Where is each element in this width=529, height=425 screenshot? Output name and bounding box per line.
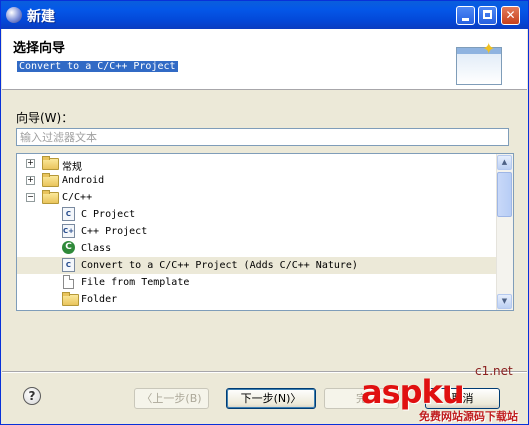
tree-item-label: C Project <box>81 209 136 220</box>
minimize-icon <box>457 7 474 24</box>
tree-item-label: Folder <box>81 294 118 305</box>
title-bar[interactable]: 新建 ✕ <box>1 1 528 29</box>
tree-item-label: Convert to a C/C++ Project (Adds C/C++ N… <box>81 260 358 271</box>
expand-icon[interactable]: + <box>26 176 35 185</box>
banner-description: Convert to a C/C++ Project <box>17 61 178 72</box>
cpp-project-icon: C+ <box>62 224 75 238</box>
vertical-scrollbar[interactable]: ▲ ▼ <box>496 154 513 310</box>
tree-item-label: Android <box>62 175 105 186</box>
file-icon <box>63 275 74 289</box>
tree-item-label: 常规 <box>62 162 82 173</box>
tree-item-file-from-template[interactable]: File from Template <box>17 274 497 291</box>
filter-input[interactable] <box>16 128 509 146</box>
help-icon[interactable]: ? <box>23 387 41 405</box>
expand-icon[interactable]: + <box>26 159 35 168</box>
maximize-button[interactable] <box>478 6 497 25</box>
tree-item-folder[interactable]: Folder <box>17 291 497 308</box>
watermark-suffix: c1.net <box>475 364 513 378</box>
next-button[interactable]: 下一步(N)〉 <box>226 388 316 409</box>
watermark-subtitle: 免费网站源码下载站 <box>419 410 518 423</box>
folder-icon <box>62 292 79 306</box>
class-icon: C <box>62 241 75 254</box>
scroll-down-icon[interactable]: ▼ <box>497 294 512 309</box>
tree-item-cpp[interactable]: − C/C++ <box>17 189 497 206</box>
close-button[interactable]: ✕ <box>501 6 520 25</box>
eclipse-icon <box>6 7 22 23</box>
maximize-icon <box>479 7 496 24</box>
folder-icon <box>42 173 59 187</box>
tree-item-cpp-project[interactable]: C+ C++ Project <box>17 223 497 240</box>
tree-item-convert[interactable]: C Convert to a C/C++ Project (Adds C/C++… <box>17 257 497 274</box>
tree-item-label: C/C++ <box>62 192 93 203</box>
tree-item-label: Class <box>81 243 112 254</box>
tree-item-label: C++ Project <box>81 226 148 237</box>
new-wizard-dialog: 新建 ✕ 选择向导 Convert to a C/C++ Project ✦ 向… <box>0 0 529 425</box>
open-folder-icon <box>42 190 59 204</box>
back-button[interactable]: 〈上一步(B) <box>134 388 209 409</box>
tree-item-general[interactable]: + 常规 <box>17 155 497 173</box>
window-title: 新建 <box>27 9 55 25</box>
tree-item-c-project[interactable]: C C Project <box>17 206 497 223</box>
sparkle-icon: ✦ <box>482 39 496 58</box>
wizard-label: 向导(W)： <box>16 111 74 125</box>
minimize-button[interactable] <box>456 6 475 25</box>
convert-icon: C <box>62 258 75 272</box>
wizard-tree[interactable]: + 常规 + Android − C/C++ C C Project C+ C+… <box>16 153 514 311</box>
close-icon: ✕ <box>505 8 516 22</box>
tree-item-label: File from Template <box>81 277 190 288</box>
folder-icon <box>42 156 59 170</box>
watermark-logo: aspku <box>361 373 465 411</box>
scroll-up-icon[interactable]: ▲ <box>497 155 512 170</box>
wizard-banner: 选择向导 Convert to a C/C++ Project ✦ <box>2 29 527 90</box>
c-project-icon: C <box>62 207 75 221</box>
collapse-icon[interactable]: − <box>26 193 35 202</box>
tree-item-android[interactable]: + Android <box>17 172 497 189</box>
banner-title: 选择向导 <box>13 41 66 56</box>
scroll-thumb[interactable] <box>497 172 512 217</box>
tree-item-class[interactable]: C Class <box>17 240 497 257</box>
